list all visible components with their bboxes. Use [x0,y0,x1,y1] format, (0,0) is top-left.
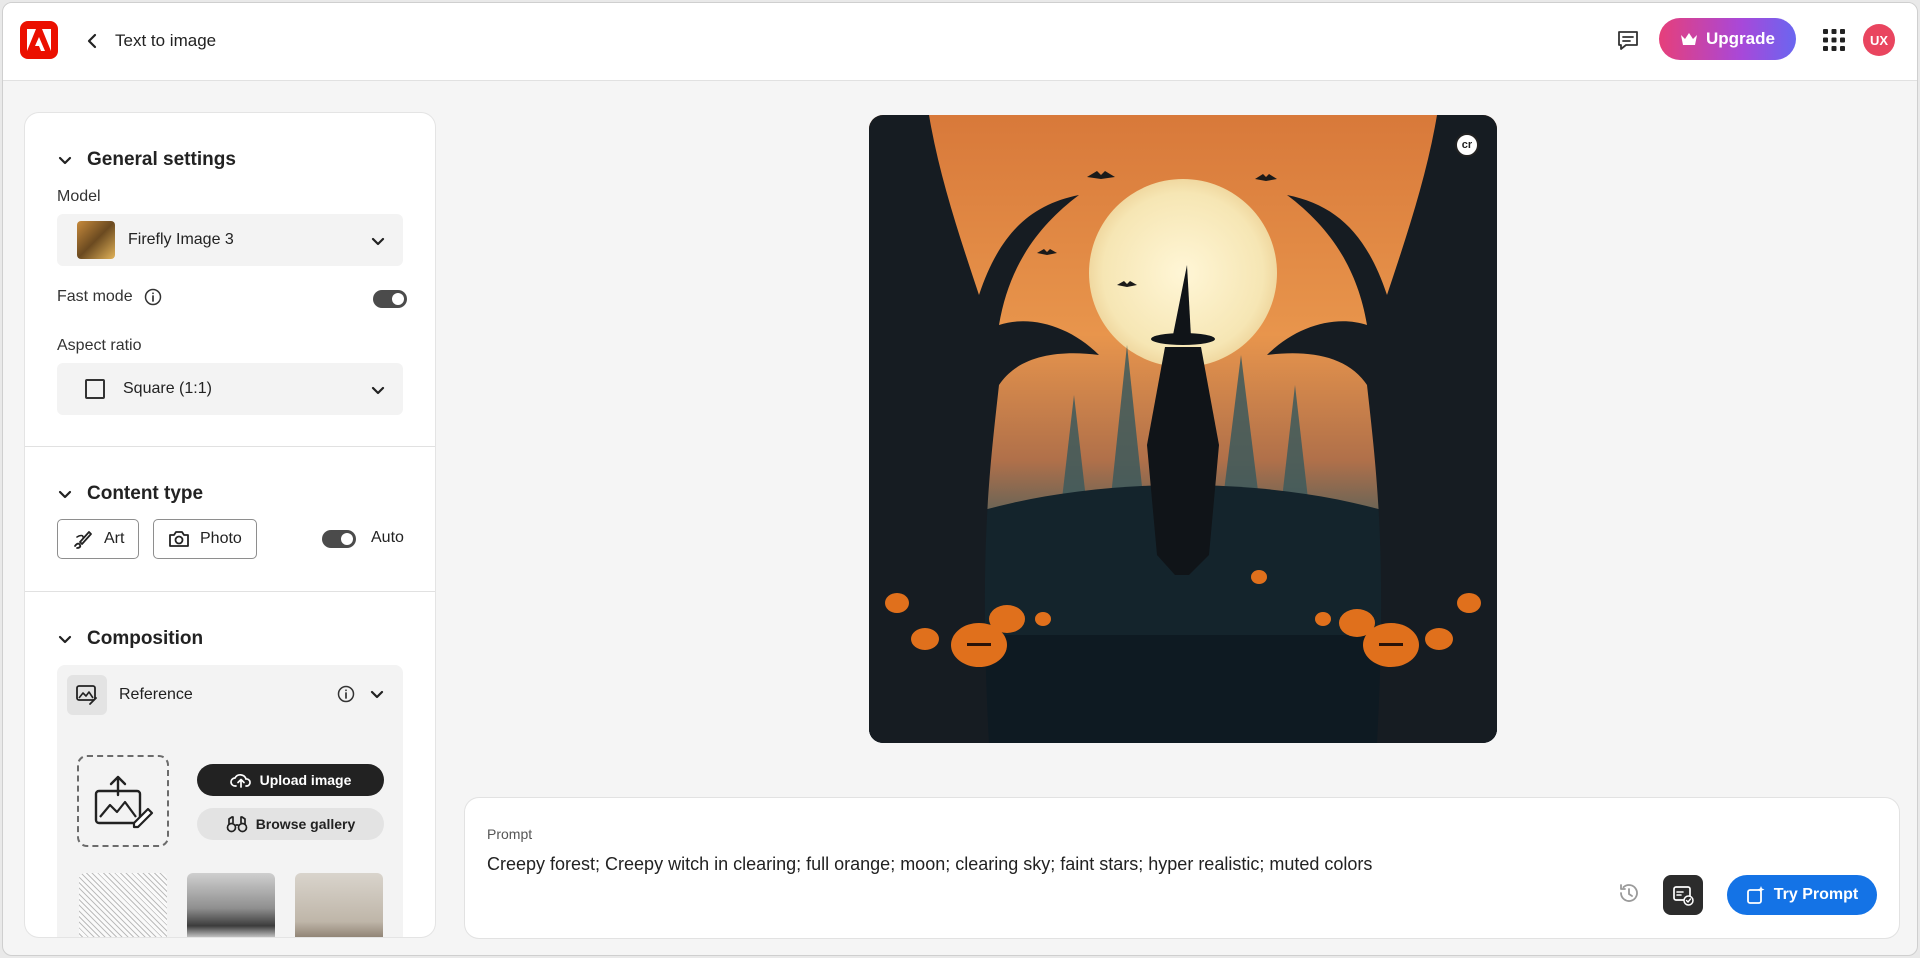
try-prompt-button[interactable]: Try Prompt [1727,875,1877,915]
upload-image-label: Upload image [259,772,352,788]
prompt-panel: Prompt Creepy forest; Creepy witch in cl… [465,798,1899,938]
reference-icon-box [67,675,107,715]
content-type-photo-button[interactable]: Photo [153,519,257,559]
fast-mode-label: Fast mode [57,288,133,305]
aspect-ratio-value: Square (1:1) [123,380,212,397]
chevron-down-icon [58,490,72,499]
cloud-upload-icon [229,774,251,788]
reference-card: Reference Upload image Browse gallery [57,665,403,937]
image-upload-icon [94,775,154,829]
model-value: Firefly Image 3 [128,231,234,248]
upload-image-button[interactable]: Upload image [197,764,384,796]
aspect-ratio-label: Aspect ratio [57,337,142,354]
generated-image[interactable] [869,115,1497,743]
feedback-icon[interactable] [1615,28,1641,54]
photo-label: Photo [200,530,242,547]
app-switcher-icon[interactable] [1822,28,1846,52]
user-avatar[interactable]: UX [1863,24,1895,56]
general-settings-header[interactable]: General settings [57,149,236,171]
divider [25,446,435,447]
image-settings-icon [1673,886,1694,906]
browse-gallery-button[interactable]: Browse gallery [197,808,384,840]
chevron-down-icon [58,156,72,165]
section-title: Content type [87,483,204,504]
prompt-settings-button[interactable] [1663,875,1703,915]
model-label: Model [57,188,101,205]
gallery-thumbnail[interactable] [295,873,383,937]
app-window: Text to image Upgrade UX General setting… [2,2,1918,956]
auto-label: Auto [371,529,404,546]
adobe-logo[interactable] [20,21,58,59]
info-icon[interactable] [337,685,355,703]
section-title: Composition [87,628,204,649]
upgrade-button[interactable]: Upgrade [1659,18,1796,60]
content-credentials-badge[interactable]: cr [1455,133,1479,157]
page-title[interactable]: Text to image [115,31,216,51]
chevron-down-icon [58,635,72,644]
model-select[interactable]: Firefly Image 3 [57,214,403,266]
try-prompt-label: Try Prompt [1773,886,1859,903]
settings-panel: General settings Model Firefly Image 3 F… [25,113,435,937]
section-title: General settings [87,149,236,170]
fast-mode-toggle[interactable] [373,290,407,308]
model-thumbnail [77,221,115,259]
content-type-header[interactable]: Content type [57,483,203,505]
adobe-logo-icon [27,29,51,51]
brush-icon [74,531,92,549]
chevron-down-icon [371,237,385,246]
browse-gallery-label: Browse gallery [255,816,356,832]
auto-toggle[interactable] [322,530,356,548]
upgrade-label: Upgrade [1706,29,1775,48]
composition-header[interactable]: Composition [57,628,203,650]
sparkle-image-icon [1746,886,1765,904]
prompt-label: Prompt [487,826,533,842]
camera-icon [169,531,189,547]
upload-dropzone[interactable] [77,755,169,847]
art-label: Art [104,530,125,547]
square-icon [85,379,105,399]
halloween-scene-image [869,115,1497,743]
gallery-thumbnail[interactable] [79,873,167,937]
top-bar: Text to image Upgrade UX [3,3,1917,81]
divider [25,591,435,592]
reference-icon [76,685,97,705]
history-icon[interactable] [1617,881,1641,905]
aspect-ratio-select[interactable]: Square (1:1) [57,363,403,415]
info-icon[interactable] [144,288,162,306]
chevron-down-icon [371,386,385,395]
crown-icon [1681,33,1698,45]
chevron-left-icon[interactable] [83,31,103,51]
gallery-thumbnail[interactable] [187,873,275,937]
chevron-down-icon[interactable] [369,686,385,702]
prompt-input[interactable]: Creepy forest; Creepy witch in clearing;… [487,854,1372,875]
content-type-art-button[interactable]: Art [57,519,140,559]
reference-label: Reference [119,686,193,703]
binoculars-icon [226,816,248,833]
